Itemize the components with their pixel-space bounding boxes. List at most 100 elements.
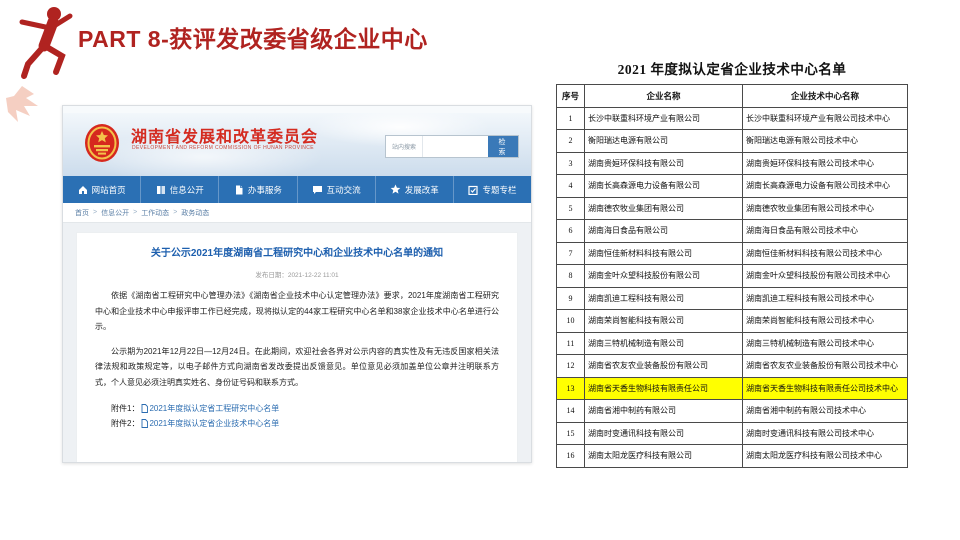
cell-center: 湖南太阳龙医疗科技有限公司技术中心 [743,445,908,468]
breadcrumb-work-news[interactable]: 工作动态 [141,208,169,218]
nav-item-reform[interactable]: 发展改革 [376,176,454,203]
cell-company: 湖南金叶众望科技股份有限公司 [585,265,743,288]
attachment-row: 附件1： 2021年度拟认定省工程研究中心名单 [95,401,499,416]
cell-center: 湖南海日食品有限公司技术中心 [743,220,908,243]
cell-seq: 12 [557,355,585,378]
cell-center: 湖南三特机械制造有限公司技术中心 [743,332,908,355]
breadcrumb-separator: > [133,209,137,216]
webpage-header: 湖南省发展和改革委员会 DEVELOPMENT AND REFORM COMMI… [63,113,531,176]
site-name-english: DEVELOPMENT AND REFORM COMMISSION OF HUN… [132,145,314,151]
breadcrumb-info-disclosure[interactable]: 信息公开 [101,208,129,218]
cell-seq: 11 [557,332,585,355]
article-paragraph: 公示期为2021年12月22日—12月24日。在此期间，欢迎社会各界对公示内容的… [95,344,499,391]
center-table-body: 1长沙中联重科环境产业有限公司长沙中联重科环境产业有限公司技术中心2衡阳瑞达电源… [557,107,908,467]
cell-center: 湖南贵姮环保科技有限公司技术中心 [743,152,908,175]
attachment-file-icon [141,404,148,413]
cell-company: 湖南三特机械制造有限公司 [585,332,743,355]
attachment-row: 附件2： 2021年度拟认定省企业技术中心名单 [95,416,499,431]
cell-seq: 9 [557,287,585,310]
breadcrumb-home[interactable]: 首页 [75,208,89,218]
cell-company: 长沙中联重科环境产业有限公司 [585,107,743,130]
table-row: 13湖南省天香生物科技有限责任公司湖南省天香生物科技有限责任公司技术中心 [557,377,908,400]
table-row: 8湖南金叶众望科技股份有限公司湖南金叶众望科技股份有限公司技术中心 [557,265,908,288]
cell-center: 长沙中联重科环境产业有限公司技术中心 [743,107,908,130]
cell-company: 湖南凯迪工程科技有限公司 [585,287,743,310]
cell-center: 湖南时变通讯科技有限公司技术中心 [743,422,908,445]
cell-seq: 5 [557,197,585,220]
interaction-icon [312,185,323,195]
table-row: 11湖南三特机械制造有限公司湖南三特机械制造有限公司技术中心 [557,332,908,355]
header-seq: 序号 [557,85,585,108]
cell-company: 湖南荣尚智能科技有限公司 [585,310,743,333]
table-row: 4湖南长高森源电力设备有限公司湖南长高森源电力设备有限公司技术中心 [557,175,908,198]
table-row: 16湖南太阳龙医疗科技有限公司湖南太阳龙医疗科技有限公司技术中心 [557,445,908,468]
info-disclosure-icon [156,185,166,195]
table-row: 6湖南海日食品有限公司湖南海日食品有限公司技术中心 [557,220,908,243]
site-name: 湖南省发展和改革委员会 [131,123,318,147]
cell-company: 湖南德农牧业集团有限公司 [585,197,743,220]
breadcrumb-separator: > [93,209,97,216]
home-icon [78,185,88,195]
cell-company: 湖南省天香生物科技有限责任公司 [585,377,743,400]
breadcrumb: 首页 > 信息公开 > 工作动态 > 政务动态 [63,203,531,223]
cell-company: 湖南海日食品有限公司 [585,220,743,243]
cell-center: 湖南省湘中制药有限公司技术中心 [743,400,908,423]
attachment-link-enterprise-centers[interactable]: 2021年度拟认定省企业技术中心名单 [141,416,279,431]
cell-company: 湖南省湘中制药有限公司 [585,400,743,423]
cell-center: 湖南省农友农业装备股份有限公司技术中心 [743,355,908,378]
article-card: 关于公示2021年度湖南省工程研究中心和企业技术中心名单的通知 发布日期：202… [76,232,518,463]
site-search-input[interactable] [423,136,488,157]
webpage-body: 关于公示2021年度湖南省工程研究中心和企业技术中心名单的通知 发布日期：202… [63,223,531,463]
cell-seq: 4 [557,175,585,198]
cell-seq: 2 [557,130,585,153]
cell-seq: 15 [557,422,585,445]
nav-item-info-disclosure[interactable]: 信息公开 [141,176,219,203]
cell-company: 衡阳瑞达电源有限公司 [585,130,743,153]
nav-item-interaction[interactable]: 互动交流 [298,176,376,203]
attachments-section: 附件1： 2021年度拟认定省工程研究中心名单 附件2： 2021年度拟认定省企… [95,401,499,431]
tech-center-table: 序号 企业名称 企业技术中心名称 1长沙中联重科环境产业有限公司长沙中联重科环境… [556,84,908,468]
cell-seq: 14 [557,400,585,423]
table-title: 2021 年度拟认定省企业技术中心名单 [556,58,908,78]
attachment-link-engineering-centers[interactable]: 2021年度拟认定省工程研究中心名单 [141,401,279,416]
search-button[interactable]: 检 索 [488,136,518,157]
table-row: 14湖南省湘中制药有限公司湖南省湘中制药有限公司技术中心 [557,400,908,423]
tech-center-list-panel: 2021 年度拟认定省企业技术中心名单 序号 企业名称 企业技术中心名称 1长沙… [556,58,908,468]
cell-center: 湖南长高森源电力设备有限公司技术中心 [743,175,908,198]
slide-title: PART 8-获评发改委省级企业中心 [78,20,428,54]
breadcrumb-gov-news[interactable]: 政务动态 [181,208,209,218]
breadcrumb-separator: > [173,209,177,216]
cell-company: 湖南贵姮环保科技有限公司 [585,152,743,175]
cell-seq: 13 [557,377,585,400]
attachment-file-icon [141,419,148,428]
hunan-drc-webpage: 湖南省发展和改革委员会 DEVELOPMENT AND REFORM COMMI… [62,105,532,463]
table-row: 9湖南凯迪工程科技有限公司湖南凯迪工程科技有限公司技术中心 [557,287,908,310]
services-icon [234,185,244,195]
search-label: 站内搜索 [386,136,423,157]
cell-seq: 3 [557,152,585,175]
cell-company: 湖南时变通讯科技有限公司 [585,422,743,445]
national-emblem-logo [81,121,123,167]
nav-item-special-column[interactable]: 专题专栏 [454,176,531,203]
attachment-label: 附件1： [111,401,139,416]
cell-seq: 1 [557,107,585,130]
table-row: 2衡阳瑞达电源有限公司衡阳瑞达电源有限公司技术中心 [557,130,908,153]
table-row: 1长沙中联重科环境产业有限公司长沙中联重科环境产业有限公司技术中心 [557,107,908,130]
reform-star-icon [390,184,401,195]
cell-center: 湖南金叶众望科技股份有限公司技术中心 [743,265,908,288]
cell-seq: 16 [557,445,585,468]
table-row: 3湖南贵姮环保科技有限公司湖南贵姮环保科技有限公司技术中心 [557,152,908,175]
nav-item-home[interactable]: 网站首页 [63,176,141,203]
table-row: 7湖南恒佳新材料科技有限公司湖南恒佳新材料科技有限公司技术中心 [557,242,908,265]
main-navbar: 网站首页 信息公开 办事服务 互动交流 发展改革 专题专栏 [63,176,531,203]
nav-item-services[interactable]: 办事服务 [219,176,297,203]
header-company: 企业名称 [585,85,743,108]
cell-center: 湖南省天香生物科技有限责任公司技术中心 [743,377,908,400]
webpage-top-strip [63,106,531,113]
cell-center: 衡阳瑞达电源有限公司技术中心 [743,130,908,153]
article-publish-date: 发布日期：2021-12-22 11:01 [95,269,499,279]
cell-company: 湖南长高森源电力设备有限公司 [585,175,743,198]
special-column-icon [468,185,478,195]
site-search-box: 站内搜索 检 索 [385,135,519,158]
table-row: 15湖南时变通讯科技有限公司湖南时变通讯科技有限公司技术中心 [557,422,908,445]
